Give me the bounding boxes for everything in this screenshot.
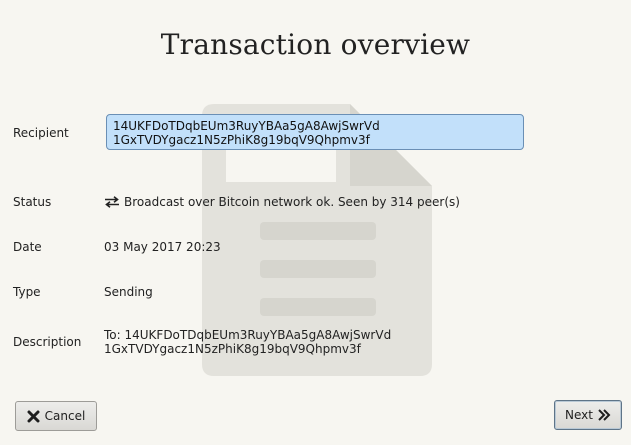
double-chevron-right-icon <box>598 409 611 421</box>
next-button[interactable]: Next <box>554 400 622 430</box>
recipient-label: Recipient <box>13 126 69 140</box>
description-label: Description <box>13 335 82 349</box>
recipient-address-field[interactable]: 14UKFDoTDqbEUm3RuyYBAa5gA8AwjSwrVd 1GxTV… <box>106 114 524 150</box>
page-title: Transaction overview <box>160 28 471 61</box>
cancel-button[interactable]: Cancel <box>15 401 97 431</box>
recipient-address-line-1: 14UKFDoTDqbEUm3RuyYBAa5gA8AwjSwrVd <box>113 119 380 133</box>
recipient-address-line-2: 1GxTVDYgacz1N5zPhiK8g19bqV9Qhpmv3f <box>113 133 370 147</box>
status-value-row: Broadcast over Bitcoin network ok. Seen … <box>104 195 460 209</box>
status-label: Status <box>13 195 52 209</box>
status-value: Broadcast over Bitcoin network ok. Seen … <box>124 195 460 209</box>
close-icon <box>27 410 40 422</box>
description-line-1: To: 14UKFDoTDqbEUm3RuyYBAa5gA8AwjSwrVd <box>104 328 392 342</box>
cancel-button-label: Cancel <box>44 409 86 423</box>
type-value: Sending <box>104 285 153 299</box>
date-value: 03 May 2017 20:23 <box>104 240 221 254</box>
type-label: Type <box>13 285 41 299</box>
date-label: Date <box>13 240 42 254</box>
transfer-arrows-icon <box>105 196 119 208</box>
description-value: To: 14UKFDoTDqbEUm3RuyYBAa5gA8AwjSwrVd 1… <box>104 328 391 356</box>
next-button-label: Next <box>565 408 593 422</box>
description-line-2: 1GxTVDYgacz1N5zPhiK8g19bqV9Qhpmv3f <box>104 342 361 356</box>
